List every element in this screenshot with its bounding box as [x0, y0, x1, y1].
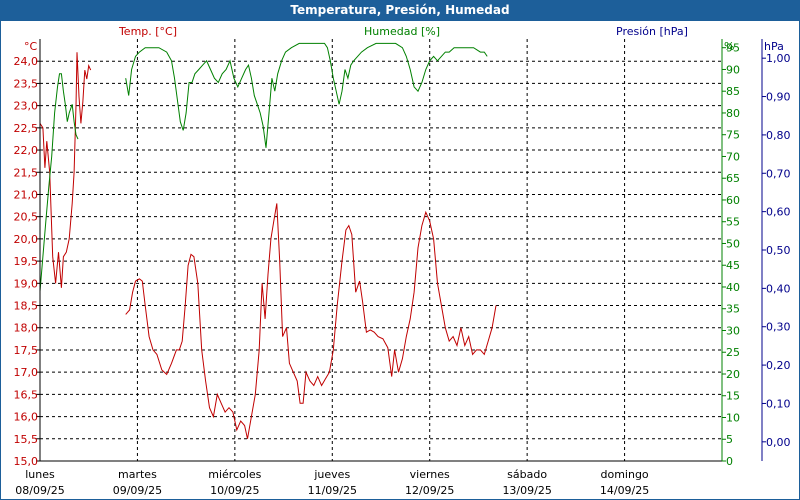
day-name-label: miércoles: [208, 468, 261, 481]
pressure-axis-title: Presión [hPa]: [616, 25, 688, 38]
day-date-label: 13/09/25: [502, 484, 551, 497]
day-name-label: jueves: [313, 468, 350, 481]
temperature-tick-label: 17,5: [14, 344, 39, 357]
chart-axes: 15,0 15,5 16,0 16,5 17,0 17,5 18,0 18,5 19,0 19,5…: [14, 39, 791, 497]
temperature-tick-label: 22,5: [14, 122, 39, 135]
chart-canvas: 15,0 15,5 16,0 16,5 17,0 17,5 18,0 18,5 19,0 19,5…: [14, 25, 791, 497]
pressure-tick-label: 0,60: [766, 206, 791, 219]
temperature-tick-label: 21,5: [14, 166, 39, 179]
humidity-tick-label: 10: [726, 411, 740, 424]
chart-grid: [40, 39, 722, 462]
day-date-label: 14/09/25: [600, 484, 649, 497]
temperature-tick-label: 23,5: [14, 77, 39, 90]
temperature-tick-label: 20,0: [14, 233, 39, 246]
temperature-tick-label: 16,0: [14, 411, 39, 424]
humidity-tick-label: 25: [726, 346, 740, 359]
humidity-tick-label: 0: [726, 455, 733, 468]
day-date-label: 08/09/25: [15, 484, 64, 497]
temperature-tick-label: 23,0: [14, 100, 39, 113]
pressure-tick-label: 0,20: [766, 359, 791, 372]
day-date-label: 10/09/25: [210, 484, 259, 497]
humidity-tick-label: 75: [726, 129, 740, 142]
humidity-tick-label: 90: [726, 63, 740, 76]
pressure-tick-label: 0,10: [766, 397, 791, 410]
pressure-tick-label: 0,40: [766, 282, 791, 295]
pressure-tick-label: 0,80: [766, 129, 791, 142]
humidity-unit-label: %: [724, 40, 734, 53]
temperature-tick-label: 18,5: [14, 300, 39, 313]
day-name-label: domingo: [600, 468, 648, 481]
humidity-tick-label: 40: [726, 281, 740, 294]
temperature-tick-label: 16,5: [14, 388, 39, 401]
temperature-unit-label: °C: [24, 40, 38, 53]
temperature-series-line: [39, 52, 92, 288]
temperature-tick-label: 24,0: [14, 55, 39, 68]
day-name-label: lunes: [25, 468, 55, 481]
humidity-tick-label: 65: [726, 172, 740, 185]
humidity-tick-label: 5: [726, 433, 733, 446]
temperature-tick-label: 21,0: [14, 188, 39, 201]
pressure-unit-label: hPa: [764, 40, 784, 53]
humidity-tick-label: 55: [726, 216, 740, 229]
temperature-tick-label: 19,5: [14, 255, 39, 268]
humidity-tick-label: 45: [726, 259, 740, 272]
day-name-label: martes: [118, 468, 157, 481]
pressure-tick-label: 0,90: [766, 91, 791, 104]
humidity-tick-label: 85: [726, 85, 740, 98]
day-date-label: 11/09/25: [308, 484, 357, 497]
temperature-tick-label: 18,0: [14, 322, 39, 335]
temperature-tick-label: 15,5: [14, 433, 39, 446]
day-date-label: 09/09/25: [113, 484, 162, 497]
temperature-axis-title: Temp. [°C]: [118, 25, 177, 38]
temperature-tick-label: 19,0: [14, 277, 39, 290]
pressure-tick-label: 0,30: [766, 321, 791, 334]
temperature-tick-label: 17,0: [14, 366, 39, 379]
day-name-label: viernes: [410, 468, 450, 481]
chart-series: [39, 42, 497, 439]
pressure-tick-label: 0,00: [766, 436, 791, 449]
pressure-tick-label: 0,50: [766, 244, 791, 257]
day-name-label: sábado: [507, 468, 547, 481]
humidity-tick-label: 70: [726, 150, 740, 163]
temperature-tick-label: 22,0: [14, 144, 39, 157]
day-date-label: 12/09/25: [405, 484, 454, 497]
humidity-tick-label: 60: [726, 194, 740, 207]
pressure-tick-label: 1,00: [766, 52, 791, 65]
humidity-tick-label: 20: [726, 368, 740, 381]
humidity-tick-label: 30: [726, 324, 740, 337]
humidity-axis-title: Humedad [%]: [364, 25, 440, 38]
humidity-tick-label: 80: [726, 107, 740, 120]
pressure-tick-label: 0,70: [766, 167, 791, 180]
humidity-tick-label: 35: [726, 303, 740, 316]
temperature-tick-label: 15,0: [14, 455, 39, 468]
humidity-tick-label: 15: [726, 390, 740, 403]
temperature-tick-label: 20,5: [14, 211, 39, 224]
humidity-series-line: [125, 42, 488, 148]
humidity-tick-label: 50: [726, 237, 740, 250]
